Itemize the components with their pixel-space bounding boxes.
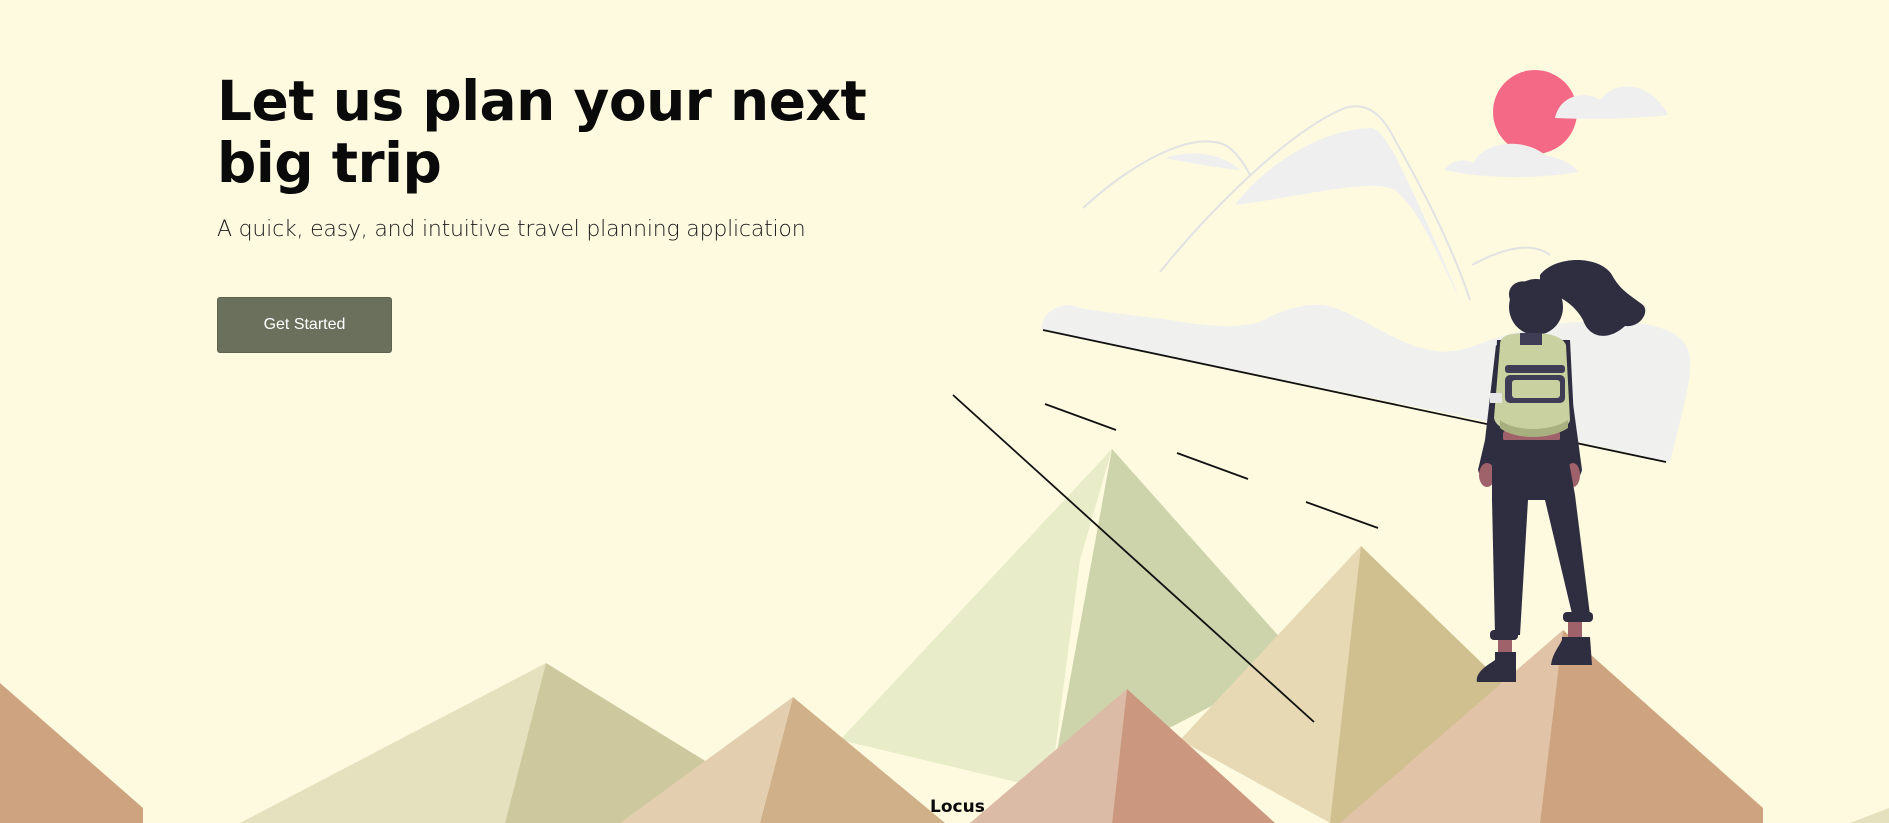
hero-subtitle: A quick, easy, and intuitive travel plan… [217,217,806,242]
footer-brand: Locus [930,797,985,817]
landing-page: Let us plan your next big trip A quick, … [0,0,1889,823]
hero-section: Let us plan your next big trip A quick, … [217,70,977,244]
mountains [0,449,1889,823]
hero-title: Let us plan your next big trip [217,69,867,195]
get-started-button[interactable]: Get Started [217,297,392,353]
hiker-figure [1476,260,1646,682]
